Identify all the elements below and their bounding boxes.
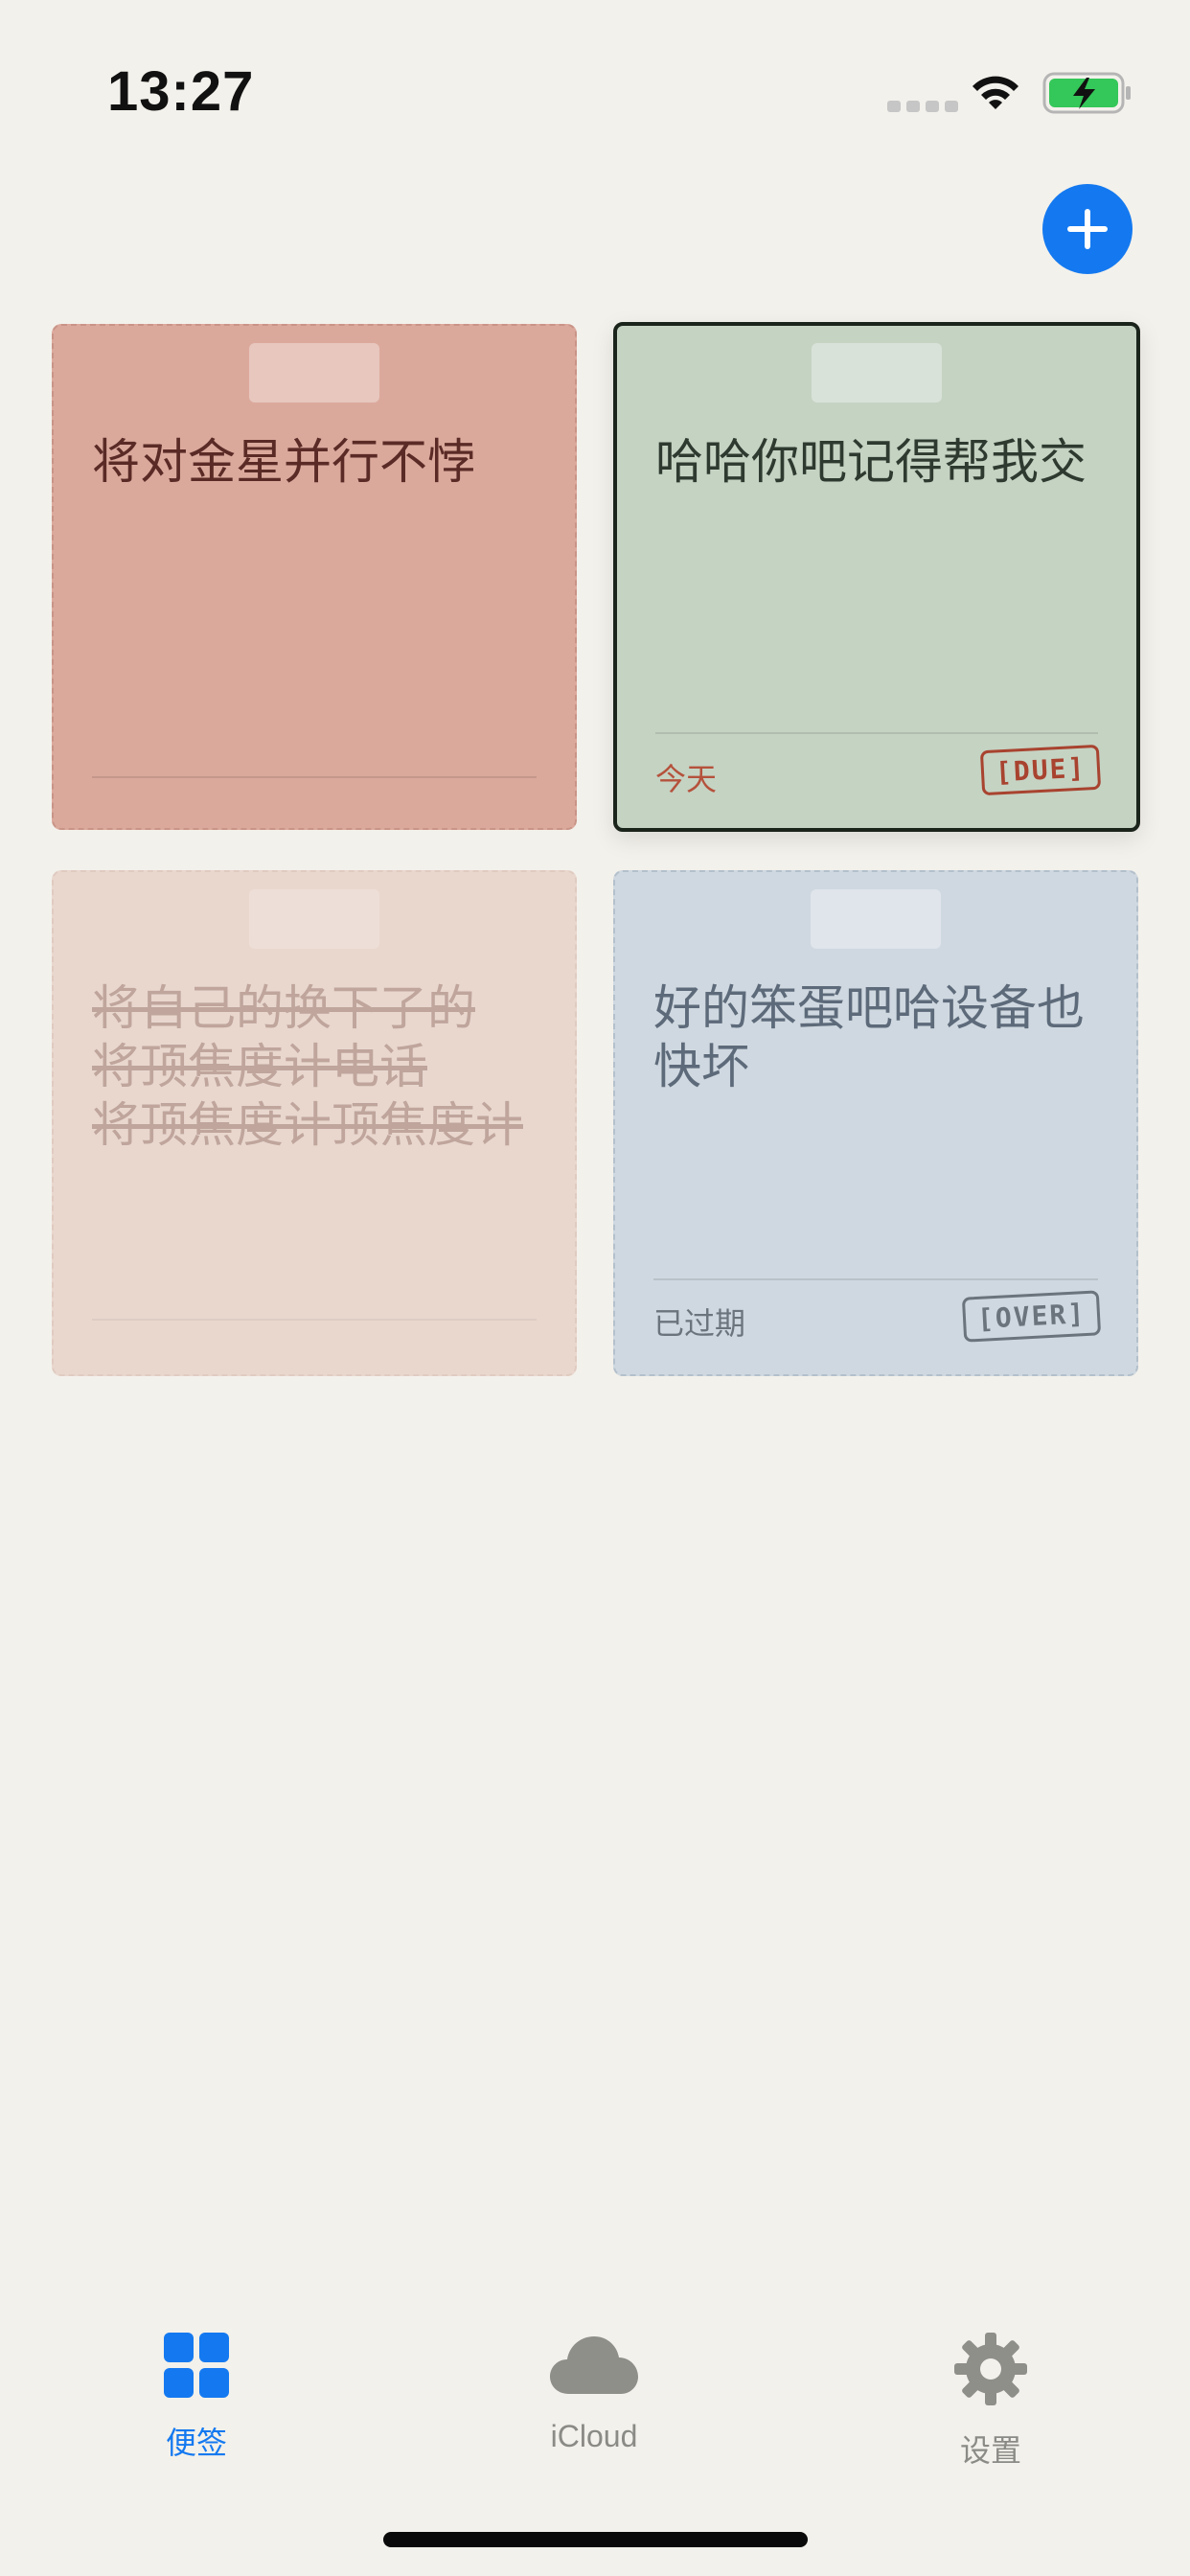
status-time: 13:27	[107, 60, 255, 123]
note-card-selected[interactable]: 哈哈你吧记得帮我交 今天 [DUE]	[613, 322, 1140, 832]
card-tab	[812, 343, 942, 402]
note-text: 将自己的换下了的 将顶焦度计电话 将顶焦度计顶焦度计	[92, 980, 523, 1153]
card-divider	[653, 1278, 1098, 1280]
add-note-button[interactable]	[1042, 184, 1133, 274]
due-date-label: 今天	[655, 761, 718, 797]
overdue-date-label: 已过期	[653, 1305, 746, 1342]
tab-settings[interactable]: 设置	[895, 2331, 1087, 2471]
card-divider	[92, 1319, 537, 1321]
card-tab	[811, 889, 941, 949]
home-indicator	[383, 2532, 808, 2547]
battery-charging-icon	[1042, 72, 1131, 114]
overdue-stamp: [OVER]	[961, 1290, 1102, 1343]
card-divider	[92, 776, 537, 778]
card-divider	[655, 732, 1098, 734]
tab-label: 设置	[959, 2432, 1021, 2469]
tab-icloud[interactable]: iCloud	[498, 2331, 690, 2454]
grid-icon	[164, 2333, 229, 2398]
note-text: 将对金星并行不悖	[92, 434, 475, 490]
tab-notes[interactable]: 便签	[101, 2331, 292, 2463]
due-stamp: [DUE]	[979, 744, 1102, 796]
gear-icon	[954, 2333, 1027, 2405]
note-card[interactable]: 将对金星并行不悖	[52, 324, 577, 830]
cellular-signal-icon	[887, 101, 958, 112]
card-tab	[249, 889, 379, 949]
plus-icon	[1067, 209, 1108, 249]
tab-label: 便签	[165, 2425, 227, 2461]
note-card-completed[interactable]: 将自己的换下了的 将顶焦度计电话 将顶焦度计顶焦度计	[52, 870, 577, 1376]
note-card[interactable]: 好的笨蛋吧哈设备也 快坏 已过期 [OVER]	[613, 870, 1138, 1376]
card-tab	[249, 343, 379, 402]
note-text: 好的笨蛋吧哈设备也 快坏	[653, 980, 1085, 1094]
cloud-icon	[550, 2336, 638, 2394]
tab-label: iCloud	[550, 2419, 638, 2453]
wifi-icon	[973, 76, 1018, 109]
note-text: 哈哈你吧记得帮我交	[655, 434, 1087, 490]
